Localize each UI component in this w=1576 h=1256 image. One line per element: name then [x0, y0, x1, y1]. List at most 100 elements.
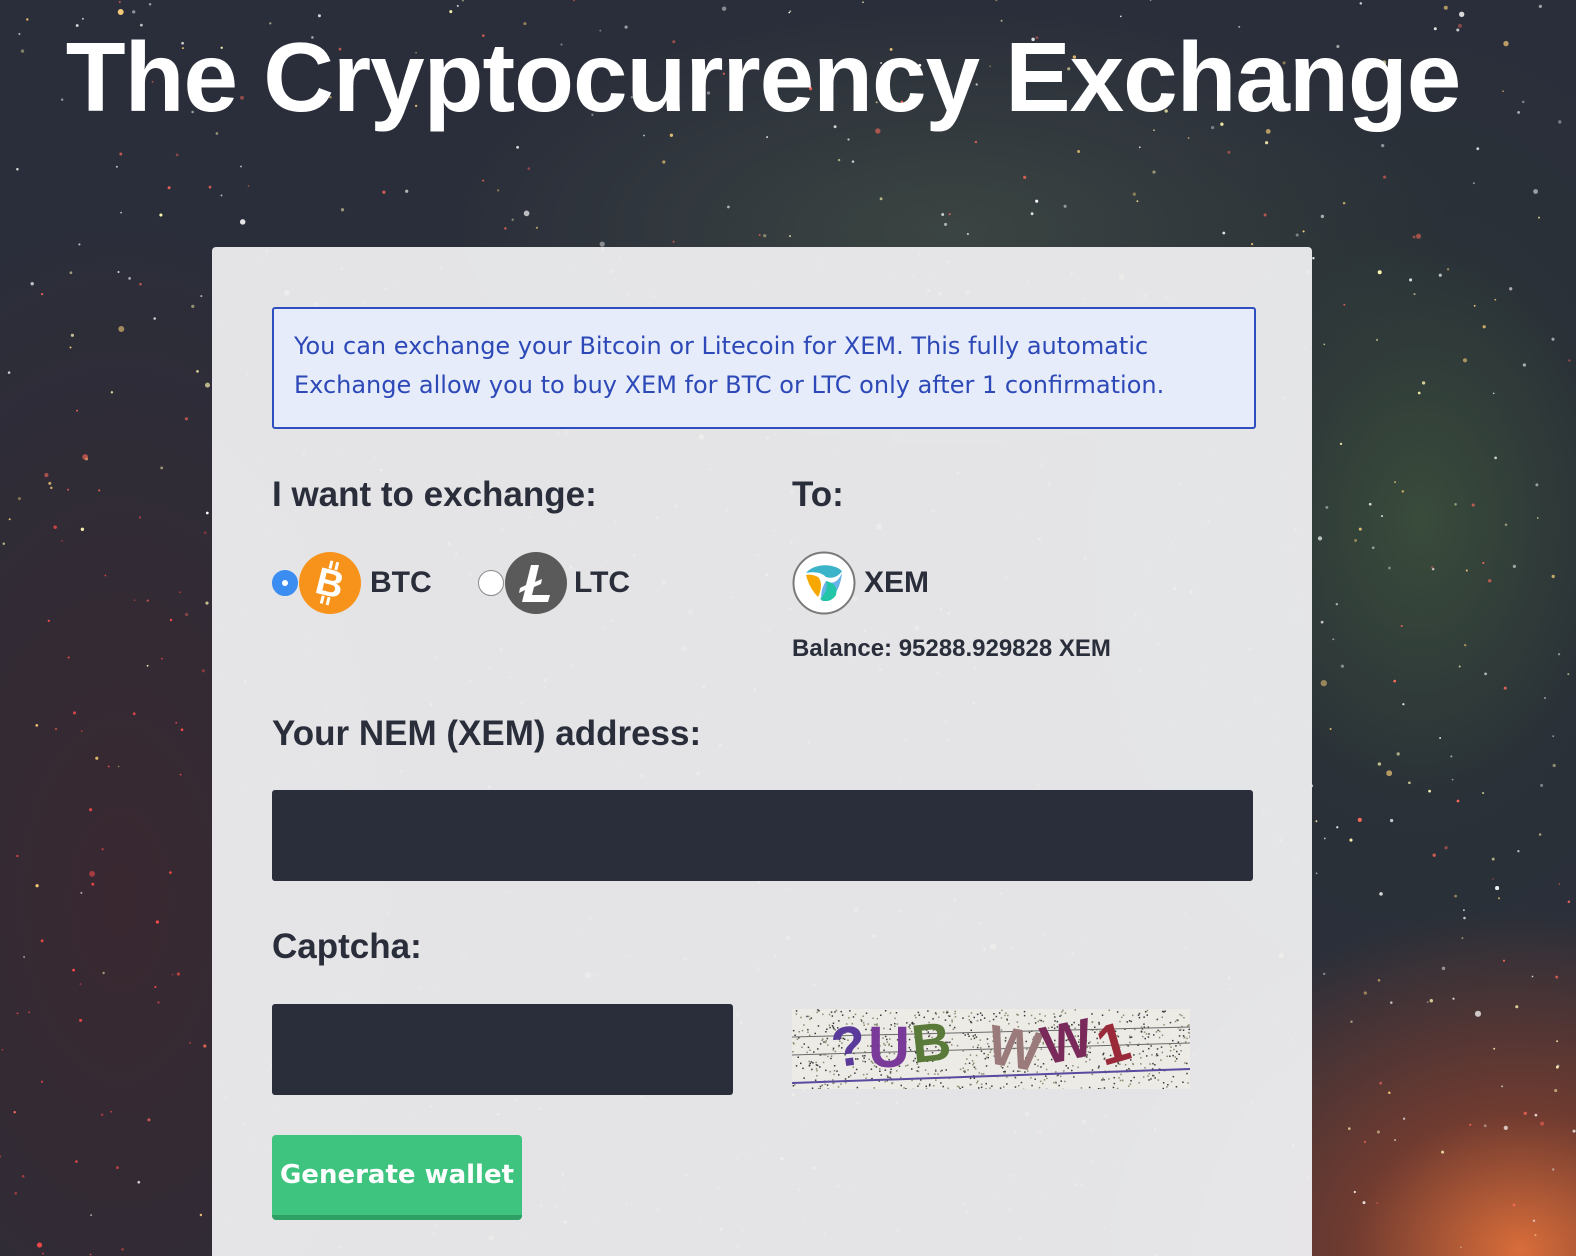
captcha-noise-dot [1182, 1035, 1185, 1037]
star [1388, 1091, 1391, 1095]
star [763, 234, 767, 238]
captcha-noise-dot [1097, 1067, 1100, 1069]
star [1388, 566, 1391, 570]
btc-radio[interactable] [272, 570, 298, 596]
star [1380, 515, 1384, 518]
btc-option[interactable]: B BTC [272, 551, 432, 615]
star [1368, 502, 1372, 506]
star [28, 1011, 31, 1014]
star [1363, 991, 1367, 995]
star [1250, 242, 1254, 246]
captcha-noise-dot [1108, 1078, 1110, 1080]
star [72, 968, 75, 972]
captcha-noise-dot [1113, 1082, 1116, 1085]
captcha-noise-dot [927, 1010, 929, 1012]
captcha-noise-dot [967, 1069, 969, 1071]
star [1379, 892, 1383, 896]
star [1484, 672, 1487, 676]
star [1439, 737, 1442, 739]
star [1, 1048, 4, 1051]
star [1350, 1020, 1353, 1023]
star [82, 454, 89, 460]
captcha-noise-dot [821, 1039, 823, 1042]
captcha-noise-dot [954, 1016, 957, 1018]
star [1332, 638, 1335, 641]
star [1402, 1117, 1406, 1120]
captcha-noise-dot [956, 1085, 959, 1088]
captcha-noise-dot [1162, 1087, 1164, 1089]
star [137, 1180, 141, 1184]
captcha-noise-dot [959, 1068, 962, 1071]
captcha-noise-dot [1156, 1054, 1159, 1057]
star [1503, 686, 1507, 690]
star [70, 333, 75, 337]
captcha-input[interactable] [272, 1004, 733, 1095]
star [672, 240, 675, 243]
star [1493, 1047, 1496, 1050]
star [1517, 850, 1520, 853]
captcha-noise-dot [970, 1038, 972, 1040]
captcha-noise-dot [973, 1016, 975, 1019]
captcha-noise-dot [1179, 1013, 1181, 1016]
captcha-noise-dot [1180, 1050, 1182, 1052]
captcha-noise-dot [968, 1015, 970, 1018]
star [995, 0, 998, 2]
star [1476, 147, 1480, 151]
captcha-noise-dot [954, 1010, 956, 1013]
star [1544, 697, 1546, 699]
star [1540, 783, 1544, 787]
captcha-noise-dot [968, 1035, 970, 1037]
star [1381, 143, 1385, 148]
captcha-noise-dot [1145, 1033, 1148, 1035]
captcha-noise-dot [809, 1062, 811, 1065]
captcha-noise-dot [959, 1088, 961, 1089]
captcha-noise-dot [819, 1085, 822, 1088]
captcha-noise-dot [958, 1086, 960, 1088]
star [1522, 363, 1527, 367]
star [1343, 303, 1346, 306]
captcha-noise-dot [808, 1065, 811, 1067]
star [1471, 503, 1475, 507]
star [146, 599, 149, 602]
star [1556, 1040, 1558, 1043]
star [101, 848, 104, 851]
captcha-noise-dot [1142, 1050, 1144, 1053]
captcha-noise-dot [1170, 1080, 1173, 1083]
captcha-noise-dot [1154, 1064, 1156, 1066]
star [80, 891, 83, 894]
star [1077, 150, 1081, 153]
captcha-noise-dot [1177, 1041, 1180, 1043]
captcha-noise-dot [1156, 1053, 1158, 1055]
star [1446, 268, 1450, 271]
captcha-noise-dot [968, 1019, 971, 1021]
captcha-noise-dot [1178, 1035, 1181, 1037]
star [1534, 1113, 1538, 1117]
star [1456, 799, 1460, 803]
star [1536, 517, 1539, 519]
captcha-noise-dot [840, 1083, 842, 1085]
captcha-noise-dot [948, 1015, 951, 1017]
star [669, 133, 674, 137]
star [1393, 679, 1397, 683]
generate-wallet-button[interactable]: Generate wallet [272, 1135, 522, 1220]
captcha-noise-dot [1091, 1069, 1094, 1071]
star [1023, 175, 1027, 179]
star [1463, 916, 1466, 920]
star [1459, 11, 1465, 17]
star [180, 728, 184, 732]
star [40, 939, 44, 943]
star [1462, 358, 1468, 363]
captcha-noise-dot [830, 1011, 833, 1013]
star [179, 773, 182, 776]
ltc-radio[interactable] [478, 570, 504, 596]
captcha-noise-dot [1150, 1078, 1152, 1080]
star [1416, 233, 1421, 239]
xem-address-input[interactable] [272, 790, 1253, 881]
star [1421, 381, 1426, 385]
captcha-noise-dot [1020, 1081, 1023, 1084]
captcha-noise-dot [991, 1085, 993, 1087]
captcha-noise-dot [1189, 1035, 1190, 1037]
captcha-noise-dot [1091, 1073, 1094, 1076]
captcha-noise-dot [1162, 1082, 1165, 1084]
ltc-option[interactable]: LTC [478, 551, 630, 615]
